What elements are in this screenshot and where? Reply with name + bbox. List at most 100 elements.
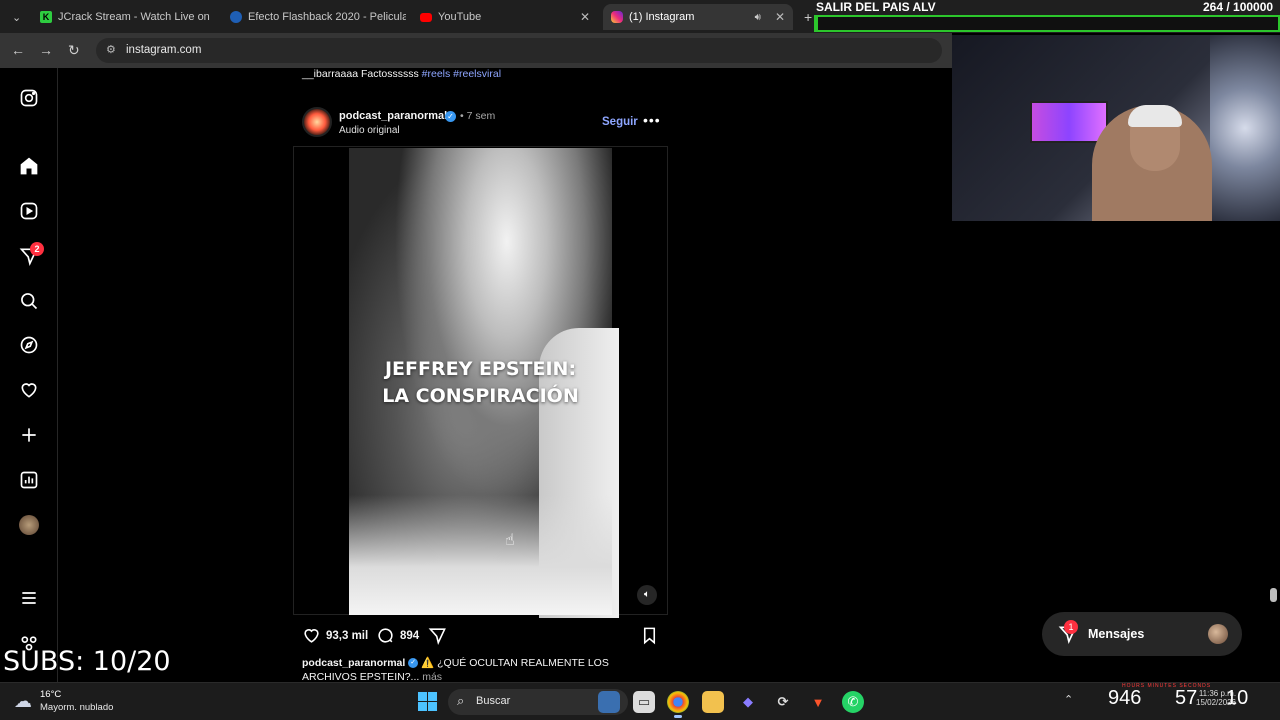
heart-icon [304, 629, 319, 643]
windows-taskbar: ☁︎ 16°C Mayorm. nublado ⌕ Buscar ▭ ◆ ⟳ ▼… [0, 682, 1280, 720]
post-author-avatar[interactable] [302, 107, 332, 137]
webcam-feed [952, 35, 1280, 221]
caption-username[interactable]: podcast_paranormal [302, 657, 405, 669]
back-arrow-icon[interactable]: ← [11, 42, 25, 58]
monitor-glow [1030, 101, 1108, 143]
clock-date: 15/02/2026 [1196, 698, 1237, 707]
chrome-icon[interactable] [667, 691, 689, 718]
tray-chevron-up-icon[interactable]: ⌃ [1064, 693, 1073, 706]
goal-progress-bar [814, 15, 1280, 32]
tab-efecto-flashback[interactable]: Efecto Flashback 2020 - Pelicula ✕ [222, 4, 406, 30]
comment-count: 894 [400, 629, 420, 642]
post-audio-label[interactable]: Audio original [339, 125, 400, 136]
verified-badge-icon: ✓ [445, 111, 456, 122]
system-clock[interactable]: 11:36 p.m. 15/02/2026 [1196, 689, 1236, 707]
tab-label: YouTube [438, 11, 482, 23]
goal-count: 264 / 100000 [1203, 0, 1274, 14]
post-overlay-text: JEFFREY EPSTEIN: LA CONSPIRACIÓN [349, 356, 612, 410]
subs-counter: SUBS: 10/20 [3, 646, 171, 677]
plus-icon: + [804, 9, 813, 25]
post-media[interactable]: JEFFREY EPSTEIN: LA CONSPIRACIÓN 🔈︎ [293, 146, 668, 618]
share-send-icon [428, 628, 446, 645]
goal-title: SALIR DEL PAIS ALV [816, 0, 936, 14]
overlay-line-2: LA CONSPIRACIÓN [382, 385, 579, 407]
file-explorer-icon[interactable] [702, 691, 724, 713]
photo-shirt [349, 495, 612, 615]
tab-label: JCrack Stream - Watch Live on [58, 11, 210, 23]
save-button[interactable] [640, 626, 659, 645]
scrollbar-thumb[interactable] [1270, 588, 1277, 602]
messages-badge: 2 [30, 242, 44, 256]
reels-icon[interactable] [19, 201, 39, 221]
messages-pill[interactable]: Mensajes 1 [1042, 612, 1242, 656]
address-bar[interactable]: ⚙︎ instagram.com [96, 38, 942, 63]
tab-jcrack[interactable]: K JCrack Stream - Watch Live on ✕ [32, 4, 216, 30]
comment-icon [378, 628, 393, 643]
post-caption: podcast_paranormal ✓ ⚠️ ¿QUÉ OCULTAN REA… [302, 656, 632, 684]
post-username[interactable]: podcast_paranormal [339, 110, 447, 122]
profile-avatar[interactable] [19, 515, 39, 535]
follow-button[interactable]: Seguir [602, 116, 638, 128]
tab-search-button[interactable]: ⌄ [4, 4, 28, 30]
cloud-weather-icon[interactable]: ☁︎ [14, 691, 32, 712]
brave-icon[interactable]: ▼ [807, 691, 829, 713]
youtube-favicon-icon [420, 12, 432, 22]
overlay-line-1: JEFFREY EPSTEIN: [384, 358, 577, 380]
window-light [1210, 35, 1280, 221]
tab-label: (1) Instagram [629, 11, 695, 23]
browser-toolbar: ← → ↻ ⚙︎ instagram.com [0, 33, 952, 68]
reload-icon[interactable]: ↻ [68, 42, 80, 59]
previous-post-caption: __ibarraaaa Factossssss #reels #reelsvir… [302, 68, 501, 80]
menu-icon[interactable] [19, 588, 39, 608]
search-icon[interactable] [19, 291, 39, 311]
close-icon[interactable]: ✕ [775, 10, 785, 24]
widget-app-icon[interactable] [598, 691, 620, 713]
post-time: • 7 sem [460, 110, 496, 122]
tab-instagram[interactable]: (1) Instagram 🔊︎ ✕ [603, 4, 793, 30]
explore-icon[interactable] [19, 335, 39, 355]
task-view-icon[interactable]: ▭ [633, 691, 655, 713]
mute-toggle-icon[interactable]: 🔈︎ [637, 585, 657, 605]
goal-progress-fill [816, 17, 818, 30]
app-diamond-icon[interactable]: ◆ [737, 691, 759, 713]
caption-hashtags[interactable]: #reels #reelsviral [422, 68, 501, 80]
bookmark-icon [643, 627, 656, 645]
streamer-cap [1128, 105, 1182, 127]
windows-start-icon[interactable] [418, 692, 437, 711]
instagram-logo-icon[interactable] [19, 88, 39, 108]
tab-label: Efecto Flashback 2020 - Pelicula [248, 11, 406, 23]
dashboard-icon[interactable] [19, 470, 39, 490]
comment-button[interactable]: 894 [376, 626, 419, 645]
close-icon[interactable]: ✕ [580, 10, 590, 24]
caption-username[interactable]: __ibarraaaa [302, 68, 358, 80]
message-contact-avatar [1208, 624, 1228, 644]
new-tab-button[interactable]: + [796, 4, 814, 30]
site-favicon-icon [230, 11, 242, 23]
like-button[interactable]: 93,3 mil [302, 626, 368, 645]
app-swirl-icon[interactable]: ⟳ [772, 691, 794, 713]
verified-badge-icon: ✓ [408, 658, 419, 669]
site-info-icon[interactable]: ⚙︎ [106, 43, 116, 56]
share-button[interactable] [428, 626, 447, 645]
notifications-heart-icon[interactable] [19, 380, 39, 400]
create-plus-icon[interactable] [19, 425, 39, 445]
weather-description: Mayorm. nublado [40, 702, 114, 713]
more-options-icon[interactable]: ••• [643, 112, 661, 128]
whatsapp-icon[interactable]: ✆ [842, 691, 864, 713]
search-icon: ⌕ [457, 693, 465, 708]
post-photo: JEFFREY EPSTEIN: LA CONSPIRACIÓN [349, 148, 619, 618]
instagram-favicon-icon [611, 11, 623, 23]
forward-arrow-icon[interactable]: → [39, 42, 53, 58]
clock-time: 11:36 p.m. [1198, 689, 1237, 698]
timer-hours: 946 [1108, 687, 1142, 709]
weather-temperature: 16°C [40, 689, 62, 700]
like-count: 93,3 mil [326, 629, 369, 642]
home-icon[interactable] [19, 156, 39, 176]
hand-cursor-icon: ☝︎ [505, 532, 515, 549]
speaker-icon[interactable]: 🔊︎ [755, 12, 761, 23]
chevron-down-icon: ⌄ [12, 11, 22, 24]
tab-youtube[interactable]: YouTube ✕ [412, 4, 598, 30]
kick-favicon-icon: K [40, 11, 52, 23]
caption-text: Factossssss [360, 68, 419, 80]
messages-label: Mensajes [1088, 627, 1145, 641]
